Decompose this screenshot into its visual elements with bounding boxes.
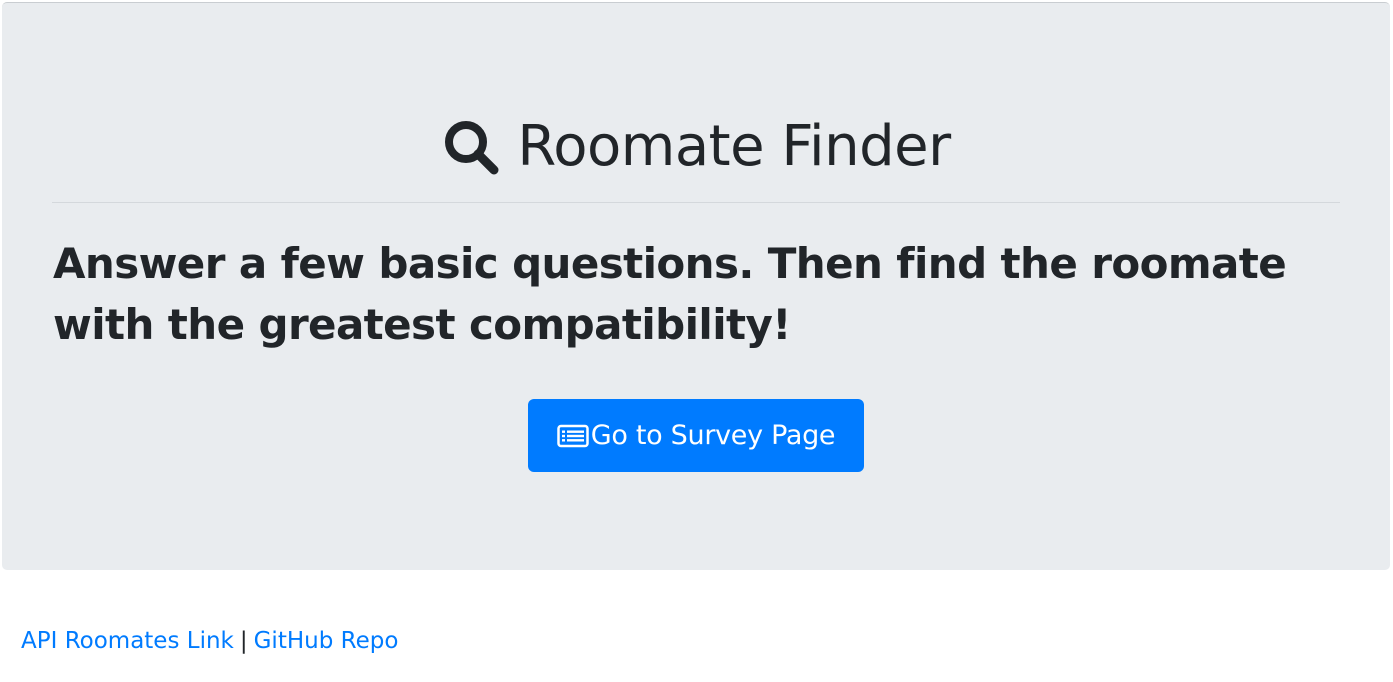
page-title-text: Roomate Finder [517, 114, 951, 179]
footer-separator: | [239, 628, 248, 654]
api-roomates-link[interactable]: API Roomates Link [21, 628, 234, 654]
go-to-survey-label: Go to Survey Page [590, 420, 836, 451]
footer: API Roomates Link | GitHub Repo [21, 626, 398, 656]
lead-text: Answer a few basic questions. Then find … [53, 239, 1287, 349]
github-repo-link[interactable]: GitHub Repo [254, 628, 399, 654]
go-to-survey-button[interactable]: Go to Survey Page [528, 399, 864, 472]
jumbotron: Roomate Finder Answer a few basic questi… [2, 2, 1390, 570]
search-icon [445, 121, 499, 175]
list-alt-icon [557, 424, 589, 447]
page-title: Roomate Finder [2, 109, 1390, 185]
divider [52, 202, 1340, 203]
